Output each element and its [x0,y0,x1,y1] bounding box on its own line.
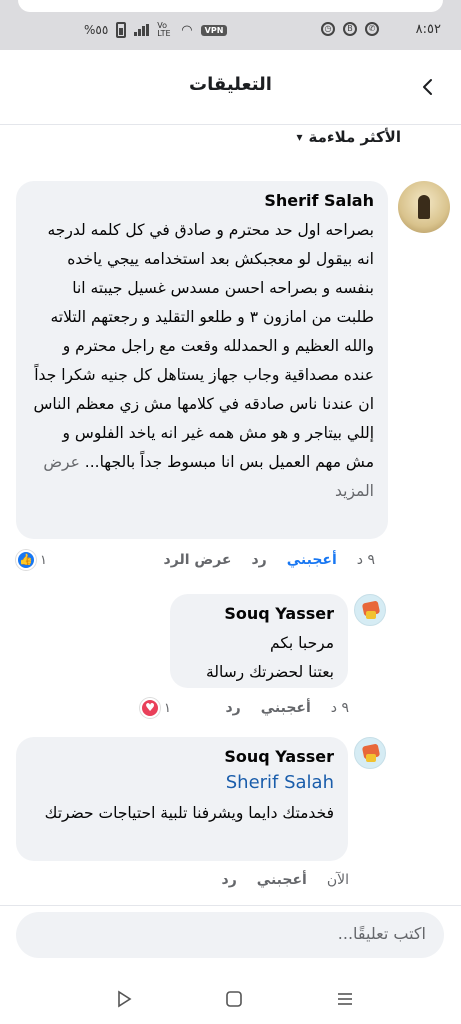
reply-bubble: Souq Yasser مرحبا بكم بعتنا لحضرتك رسالة [170,594,348,688]
comment-input[interactable]: اكتب تعليقًا... [16,912,444,958]
reaction-count: ١ [40,552,47,568]
sort-dropdown[interactable]: الأكثر ملاءمة ▾ [297,128,401,146]
mention-link[interactable]: Sherif Salah [30,772,334,793]
reply-line: مرحبا بكم [270,634,334,652]
notification-icons: ◷ B ✆ [321,22,379,36]
like-button[interactable]: أعجبني [257,872,307,888]
reply-button[interactable]: رد [222,872,237,888]
reaction-summary[interactable]: ♥ ١ [140,698,171,718]
reaction-count: ١ [164,700,171,716]
comment-actions: ٩ د أعجبني رد عرض الرد [164,552,375,568]
comments-header: التعليقات [0,50,461,125]
comment-bubble: Sherif Salah بصراحه اول حد محترم و صادق … [16,181,388,539]
reply-button[interactable]: رد [251,552,266,568]
page-title: التعليقات [189,74,272,95]
view-replies-button[interactable]: عرض الرد [164,552,232,568]
avatar[interactable] [354,737,386,769]
menu-lines-icon [338,993,352,1005]
system-nav-bar [0,975,461,1024]
reaction-summary[interactable]: 👍 ١ [16,550,47,570]
chevron-down-icon: ▾ [296,130,303,144]
triangle-back-icon [118,990,132,1008]
nav-back-button[interactable] [112,987,136,1011]
comment-author[interactable]: Souq Yasser [184,604,334,623]
comment-text: بصراحه اول حد محترم و صادق في كل كلمه لد… [30,216,374,506]
battery-percent: %٥٥ [84,23,109,37]
comment-time: ٩ د [330,700,349,716]
status-notch [18,0,443,12]
b-icon: B [343,22,357,36]
comment-time: ٩ د [356,552,375,568]
status-left-group: %٥٥ Vo LTE ◠ VPN [84,21,228,38]
avatar[interactable] [354,594,386,626]
reply-text: فخدمتك دايما ويشرفنا تلبية احتياجات حضرت… [44,804,334,822]
vpn-badge: VPN [200,24,228,36]
wifi-icon: ◠ [181,22,193,38]
avatar[interactable] [398,181,450,233]
comment-input-placeholder: اكتب تعليقًا... [337,924,426,943]
like-button[interactable]: أعجبني [287,552,337,568]
nav-recents-button[interactable] [333,987,357,1011]
whatsapp-icon: ✆ [365,22,379,36]
reply-button[interactable]: رد [225,700,240,716]
status-bar: %٥٥ Vo LTE ◠ VPN ◷ B ✆ ٨:٥٢ [0,0,461,50]
thumbs-up-icon: 👍 [16,550,36,570]
sort-label: الأكثر ملاءمة [308,128,401,146]
comment-time: الآن [326,872,349,888]
heart-icon: ♥ [140,698,160,718]
chevron-left-icon [423,79,432,95]
reply-line: بعتنا لحضرتك رسالة [205,663,334,681]
comment-author[interactable]: Souq Yasser [30,747,334,766]
signal-icon [134,24,150,36]
comment-actions: الآن أعجبني رد [222,872,349,888]
comment-actions: ٩ د أعجبني رد [225,700,349,716]
nav-home-button[interactable] [222,987,246,1011]
comment-body: بصراحه اول حد محترم و صادق في كل كلمه لد… [33,221,374,471]
reply-bubble: Souq Yasser Sherif Salah فخدمتك دايما وي… [16,737,348,861]
like-button[interactable]: أعجبني [261,700,311,716]
volte-label: Vo LTE [157,21,171,38]
alarm-icon: ◷ [321,22,335,36]
back-button[interactable] [413,72,443,102]
square-home-icon [226,991,242,1007]
battery-icon [116,22,127,38]
status-time: ٨:٥٢ [415,22,441,37]
comment-author[interactable]: Sherif Salah [30,191,374,210]
